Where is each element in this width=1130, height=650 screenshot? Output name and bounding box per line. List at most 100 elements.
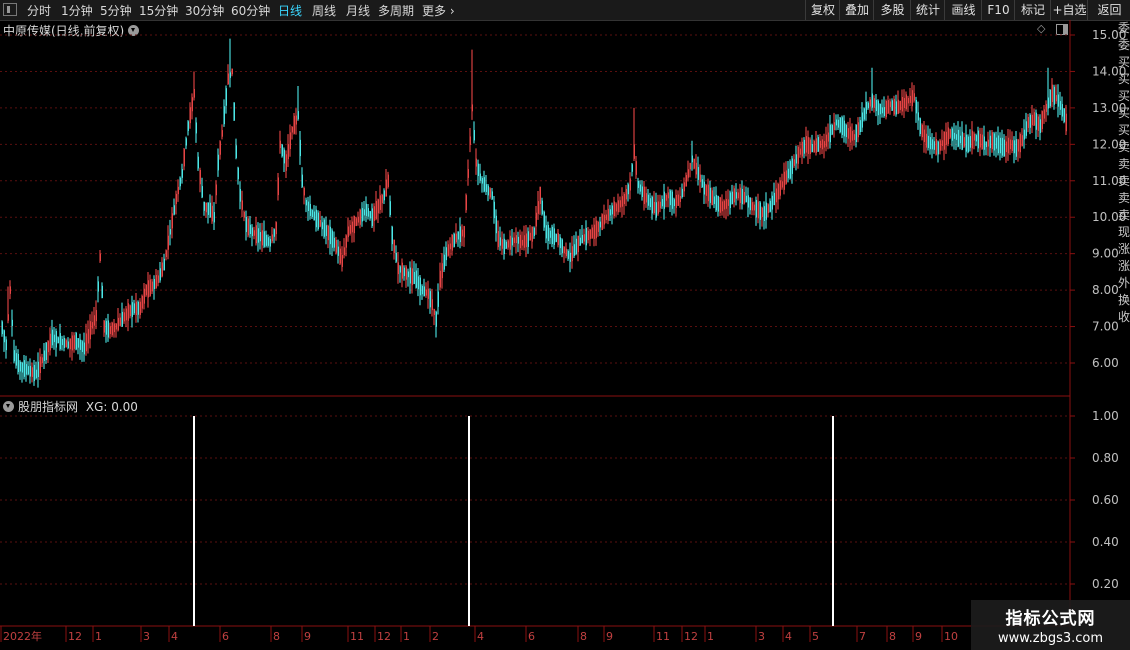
candle-body bbox=[165, 250, 167, 258]
time-label: 9 bbox=[304, 630, 311, 643]
candle-body bbox=[715, 194, 717, 211]
period-tab[interactable]: 30分钟 bbox=[185, 2, 224, 19]
candle-body bbox=[999, 137, 1001, 154]
candle-body bbox=[883, 107, 885, 116]
candle-body bbox=[709, 187, 711, 203]
candle-body bbox=[705, 185, 707, 196]
candle-body bbox=[163, 258, 165, 271]
candle-body bbox=[287, 144, 289, 160]
toolbar-button[interactable]: 叠加 bbox=[839, 0, 874, 20]
candle-body bbox=[787, 168, 789, 179]
candle-body bbox=[493, 201, 495, 219]
candle-body bbox=[375, 200, 377, 219]
toolbar-button[interactable]: 标记 bbox=[1014, 0, 1051, 20]
candle-body bbox=[1015, 139, 1017, 157]
candle-body bbox=[853, 134, 855, 140]
candle-body bbox=[797, 146, 799, 164]
candle-body bbox=[731, 191, 733, 204]
toolbar-button[interactable]: 复权 bbox=[805, 0, 840, 20]
period-tab[interactable]: 分时 bbox=[27, 2, 51, 19]
candle-body bbox=[685, 175, 687, 187]
chart-area[interactable]: 15.0014.0013.0012.0011.0010.009.008.007.… bbox=[0, 20, 1130, 650]
toolbar-button[interactable]: 返回 bbox=[1087, 0, 1130, 20]
candle-body bbox=[605, 214, 607, 220]
toolbar-button[interactable]: 画线 bbox=[944, 0, 982, 20]
candle-body bbox=[977, 130, 979, 149]
candle-body bbox=[973, 133, 975, 141]
candle-body bbox=[851, 131, 853, 141]
candle-body bbox=[645, 193, 647, 203]
period-tab[interactable]: 60分钟 bbox=[231, 2, 270, 19]
candle-body bbox=[195, 122, 197, 134]
toolbar-button[interactable]: F10 bbox=[981, 0, 1015, 20]
time-label: 2 bbox=[432, 630, 439, 643]
candle-body bbox=[73, 335, 75, 349]
period-tab[interactable]: 5分钟 bbox=[100, 2, 132, 19]
candle-body bbox=[237, 167, 239, 180]
candle-body bbox=[425, 289, 427, 296]
candle-body bbox=[1025, 121, 1027, 136]
period-tab[interactable]: 15分钟 bbox=[139, 2, 178, 19]
candle-body bbox=[181, 169, 183, 178]
toolbar-button[interactable]: 统计 bbox=[910, 0, 945, 20]
candle-body bbox=[831, 125, 833, 135]
candle-body bbox=[183, 148, 185, 167]
candle-body bbox=[575, 238, 577, 255]
candle-body bbox=[437, 291, 439, 307]
candle-body bbox=[129, 305, 131, 317]
candle-body bbox=[391, 226, 393, 245]
toolbar-button[interactable]: 多股 bbox=[873, 0, 911, 20]
candle-body bbox=[121, 311, 123, 327]
candle-body bbox=[505, 241, 507, 249]
candle-body bbox=[949, 129, 951, 138]
candle-body bbox=[147, 280, 149, 298]
candle-body bbox=[455, 233, 457, 243]
candle-body bbox=[777, 183, 779, 200]
candle-body bbox=[699, 174, 701, 183]
candle-body bbox=[865, 101, 867, 114]
candle-body bbox=[431, 299, 433, 311]
candle-body bbox=[801, 141, 803, 157]
period-tab[interactable]: 更多 › bbox=[422, 2, 455, 19]
candle-body bbox=[687, 169, 689, 178]
candle-body bbox=[713, 196, 715, 205]
candle-body bbox=[501, 239, 503, 249]
candle-body bbox=[337, 246, 339, 256]
quote-label: 换 bbox=[1118, 293, 1130, 307]
candle-body bbox=[617, 200, 619, 213]
candle-body bbox=[613, 201, 615, 217]
candle-body bbox=[903, 98, 905, 109]
candle-body bbox=[991, 132, 993, 150]
candle-body bbox=[383, 190, 385, 201]
candle-body bbox=[93, 315, 95, 326]
period-tab[interactable]: 月线 bbox=[346, 2, 370, 19]
candle-body bbox=[1053, 86, 1055, 105]
candle-body bbox=[1009, 139, 1011, 150]
candle-body bbox=[615, 203, 617, 212]
candle-body bbox=[369, 211, 371, 219]
period-tab[interactable]: 多周期 bbox=[378, 2, 414, 19]
candle-body bbox=[267, 237, 269, 246]
candle-body bbox=[1001, 137, 1003, 156]
period-tab[interactable]: 日线 bbox=[278, 2, 302, 19]
time-label: 8 bbox=[273, 630, 280, 643]
candle-body bbox=[313, 211, 315, 221]
time-label: 1 bbox=[403, 630, 410, 643]
candle-body bbox=[753, 204, 755, 211]
candle-body bbox=[555, 233, 557, 242]
candle-body bbox=[857, 122, 859, 138]
period-tab[interactable]: 周线 bbox=[312, 2, 336, 19]
indicator-tick-label: 0.80 bbox=[1092, 451, 1119, 465]
candle-body bbox=[633, 144, 635, 159]
sidebar-toggle-icon[interactable] bbox=[3, 3, 17, 16]
period-tab[interactable]: 1分钟 bbox=[61, 2, 93, 19]
toolbar-button[interactable]: +自选 bbox=[1050, 0, 1088, 20]
candle-body bbox=[543, 211, 545, 228]
candle-body bbox=[743, 191, 745, 204]
candle-body bbox=[763, 206, 765, 221]
candle-body bbox=[847, 128, 849, 139]
candle-body bbox=[473, 130, 475, 141]
candle-body bbox=[765, 202, 767, 220]
candle-body bbox=[125, 308, 127, 321]
time-label: 8 bbox=[889, 630, 896, 643]
